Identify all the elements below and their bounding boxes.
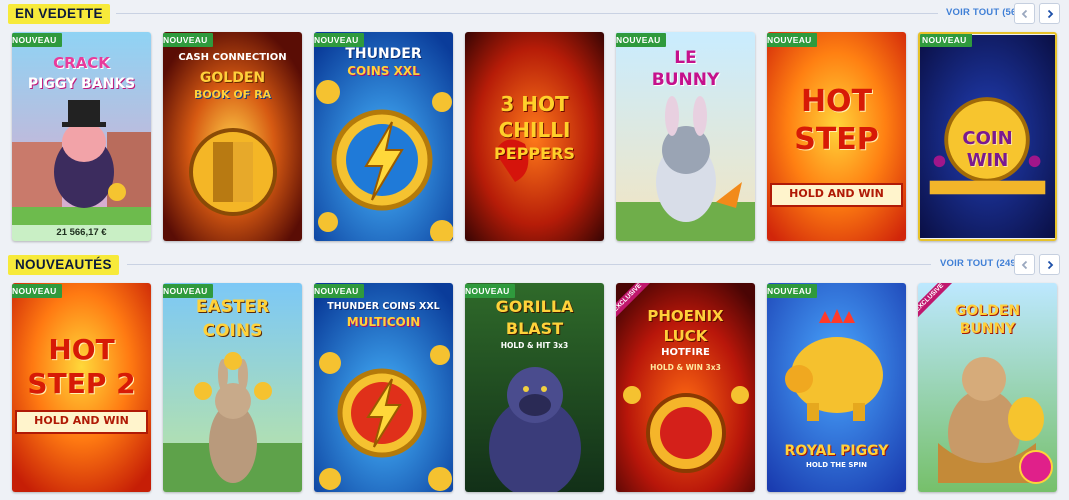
game-title-text: THUNDER COINS XXL [327,301,440,312]
game-thumbnail [163,32,302,241]
game-title-text: HOLD THE SPIN [805,461,867,469]
carousel-next-button[interactable] [1039,254,1060,275]
game-title-text: WIN [966,150,1009,171]
chevron-right-icon [1047,9,1053,18]
game-title-text: LE [674,48,697,68]
game-title-text: THUNDER [345,46,422,62]
game-title-text: HOTFIRE [661,347,710,358]
section-divider [127,264,931,265]
game-tile-golden-bunny[interactable]: GOLDEN BUNNY EXCLUSIVE [918,283,1057,492]
badge-new: NOUVEAU [767,33,817,47]
game-tile-coin-win[interactable]: COIN WIN NOUVEAU [918,32,1057,241]
game-tile-thunder-coins-xxl-multicoin[interactable]: THUNDER COINS XXL MULTICOIN NOUVEAU [314,283,453,492]
badge-new: NOUVEAU [465,284,515,298]
game-tile-gorilla-blast[interactable]: GORILLA BLAST HOLD & HIT 3x3 NOUVEAU [465,283,604,492]
carousel-prev-button[interactable] [1014,3,1035,24]
game-title-text: GOLDEN [199,70,266,86]
game-title-text: STEP [794,122,879,157]
game-tile-hot-step-2[interactable]: HOT STEP 2 HOLD AND WIN NOUVEAU [12,283,151,492]
game-title-text: BOOK OF RA [193,88,272,101]
game-tile-le-bunny[interactable]: LE BUNNY NOUVEAU [616,32,755,241]
badge-new: NOUVEAU [314,33,364,47]
section-featured: EN VEDETTE VOIR TOUT (561) CRACK PIGGY B… [0,0,1069,241]
game-title-text: COINS [202,321,263,341]
section-header: EN VEDETTE VOIR TOUT (561) [0,0,1069,28]
badge-new: NOUVEAU [767,284,817,298]
game-title-text: 3 HOT [500,92,569,116]
game-title-text: HOLD & HIT 3x3 [500,341,569,350]
game-title-text: MULTICOIN [346,315,421,329]
game-title-text: GORILLA [495,297,574,316]
game-title-text: BUNNY [651,70,720,90]
game-title-text: CRACK [53,54,110,72]
game-title-text: LUCK [663,327,708,345]
game-title-text: COIN [962,128,1013,149]
badge-new: NOUVEAU [616,33,666,47]
badge-new: NOUVEAU [163,33,213,47]
game-title-text: COINS XXL [347,64,420,78]
badge-new: NOUVEAU [12,33,62,47]
badge-new: NOUVEAU [920,34,972,47]
badge-new: NOUVEAU [314,284,364,298]
game-tile-3-hot-chilli-peppers[interactable]: 3 HOT CHILLI PEPPERS [465,32,604,241]
game-title-text: PIGGY BANKS [27,76,136,92]
game-tile-royal-piggy[interactable]: ROYAL PIGGY HOLD THE SPIN NOUVEAU [767,283,906,492]
game-title-text: CHILLI [498,118,571,142]
game-title-text: EASTER [195,297,270,317]
see-all-link[interactable]: VOIR TOUT (2497) [940,258,1025,269]
game-title-text: PEPPERS [494,144,575,163]
game-title-text: HOLD AND WIN [34,414,129,427]
section-divider [116,13,938,14]
chevron-right-icon [1047,260,1053,269]
game-tile-easter-coins[interactable]: EASTER COINS NOUVEAU [163,283,302,492]
carousel-next-button[interactable] [1039,3,1060,24]
game-tile-phoenix-luck-hotfire[interactable]: PHOENIX LUCK HOTFIRE HOLD & WIN 3x3 EXCL… [616,283,755,492]
section-new-releases: NOUVEAUTÉS VOIR TOUT (2497) HOT STEP 2 H… [0,251,1069,492]
section-title: EN VEDETTE [8,4,110,24]
game-title-text: STEP 2 [27,367,136,400]
game-title-text: ROYAL PIGGY [784,443,889,459]
game-title-text: PHOENIX [647,307,724,325]
game-title-text: BUNNY [959,321,1016,337]
chevron-left-icon [1021,260,1027,269]
game-title-text: CASH CONNECTION [178,52,287,63]
game-title-text: HOLD & WIN 3x3 [650,363,721,372]
game-tile-crack-more-piggy-banks[interactable]: CRACK PIGGY BANKS NOUVEAU 21 566,17 € [12,32,151,241]
chevron-left-icon [1021,9,1027,18]
jackpot-amount: 21 566,17 € [12,225,151,241]
badge-new: NOUVEAU [163,284,213,298]
game-tile-golden-book-of-ra[interactable]: CASH CONNECTION GOLDEN BOOK OF RA NOUVEA… [163,32,302,241]
section-title: NOUVEAUTÉS [8,255,119,275]
badge-new: NOUVEAU [12,284,62,298]
carousel-prev-button[interactable] [1014,254,1035,275]
game-tile-hot-step[interactable]: HOT STEP HOLD AND WIN NOUVEAU [767,32,906,241]
section-header: NOUVEAUTÉS VOIR TOUT (2497) [0,251,1069,279]
game-title-text: BLAST [505,319,564,338]
game-title-text: HOLD AND WIN [789,187,884,200]
game-title-text: HOT [800,84,873,119]
game-tile-thunder-coins-xxl[interactable]: THUNDER COINS XXL NOUVEAU [314,32,453,241]
game-title-text: GOLDEN [954,303,1021,319]
game-title-text: HOT [48,333,115,366]
